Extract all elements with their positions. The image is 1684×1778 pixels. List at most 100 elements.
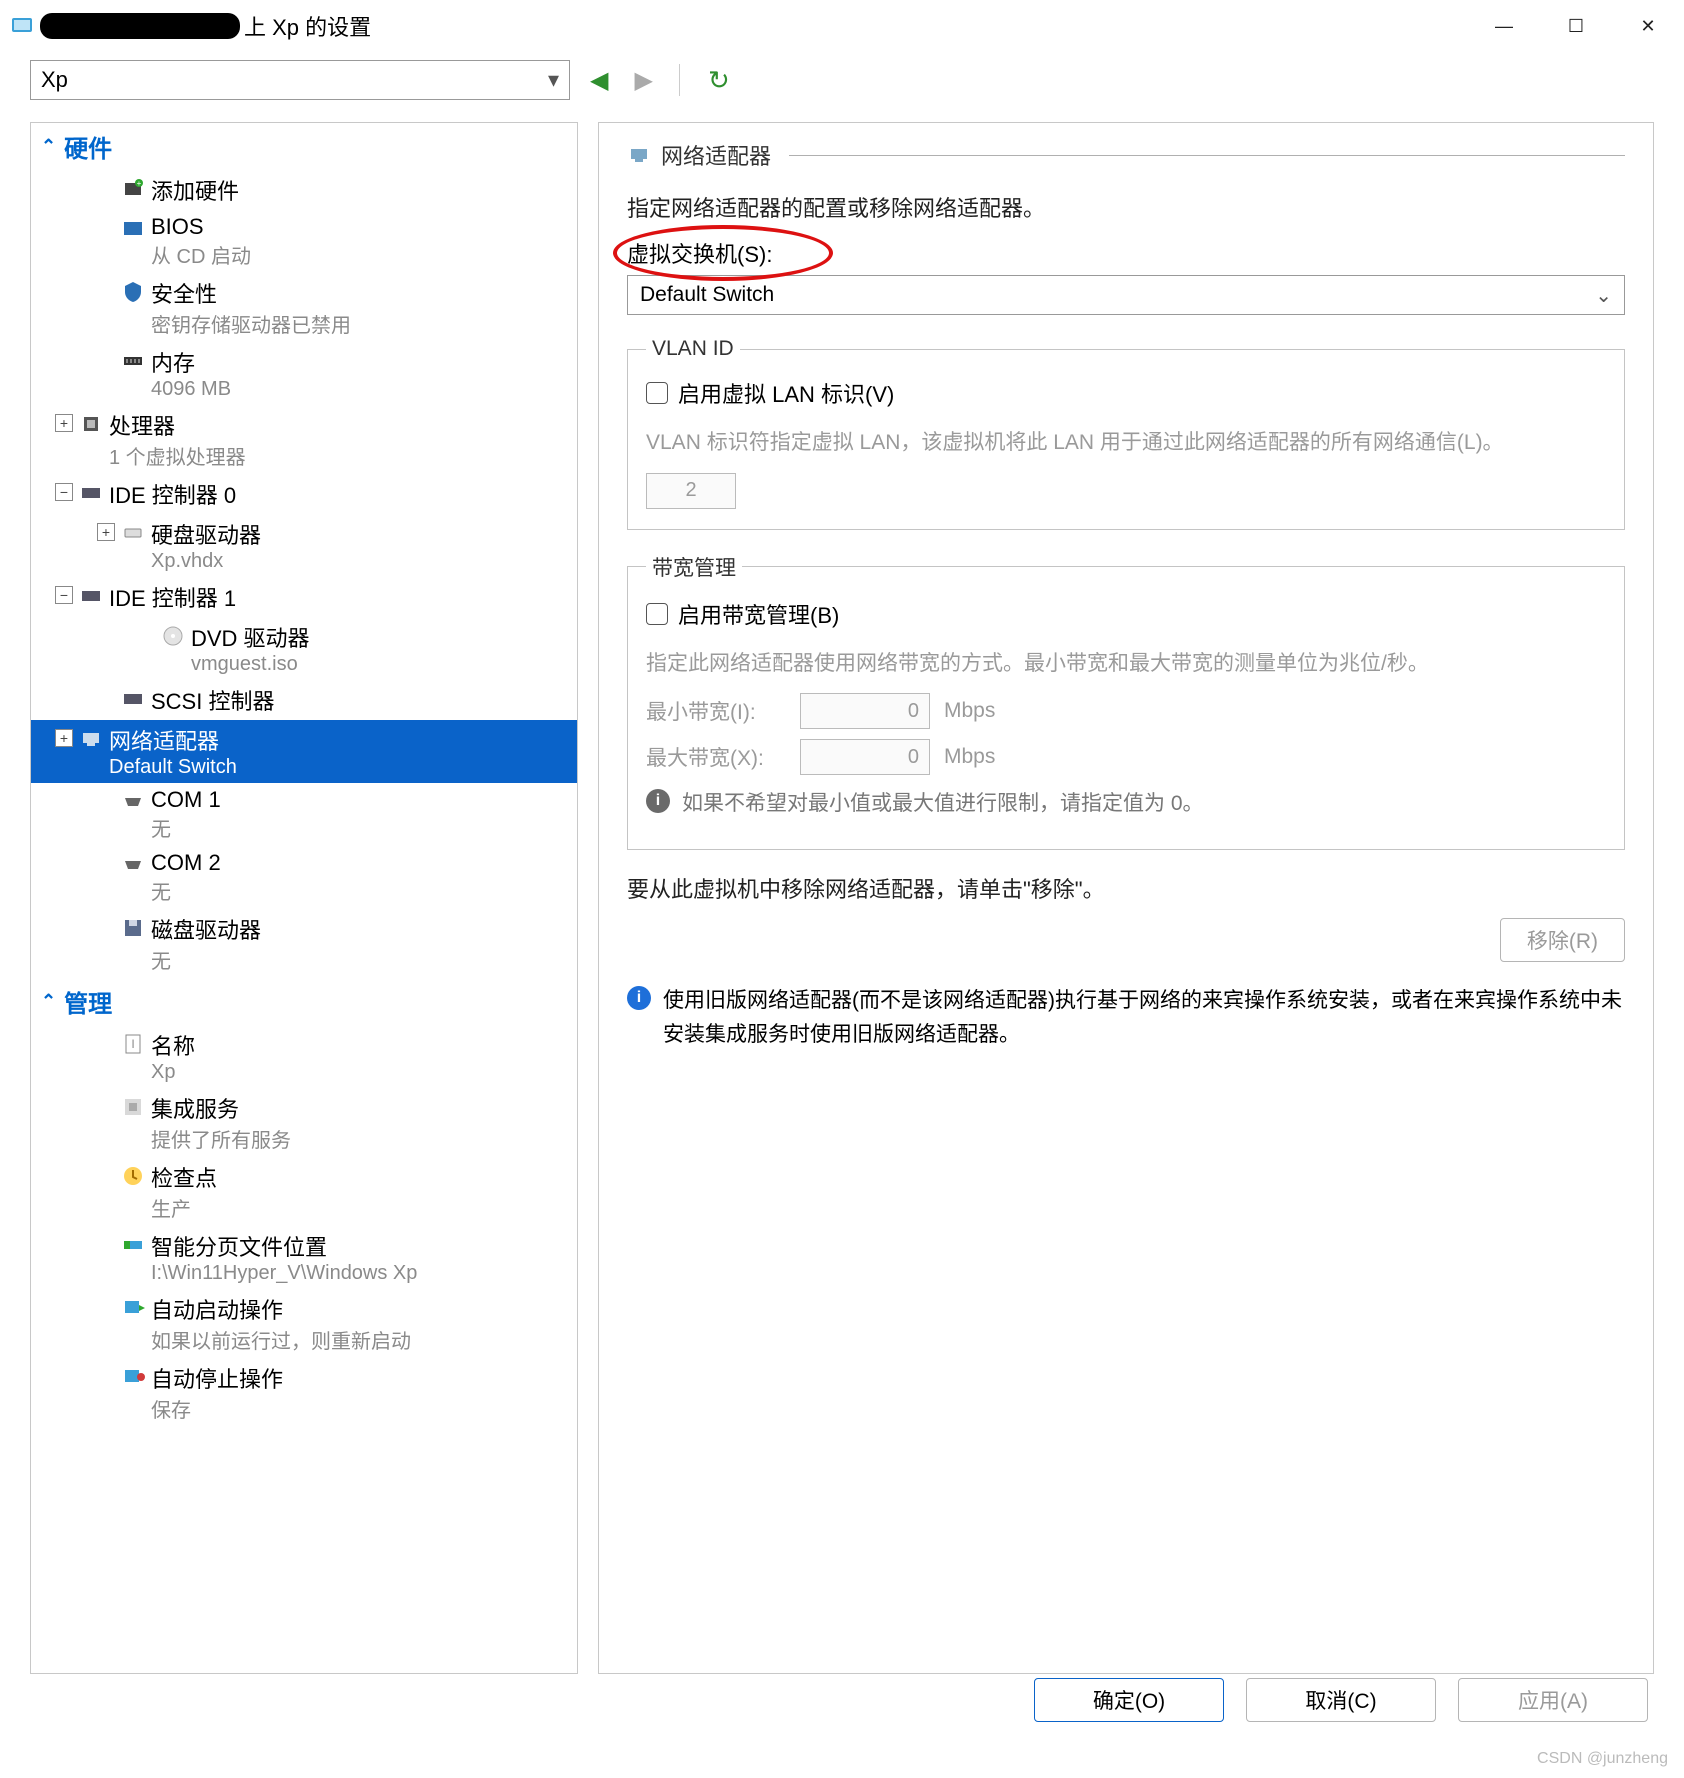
max-bw-input[interactable] — [800, 739, 930, 775]
vlan-desc: VLAN 标识符指定虚拟 LAN，该虚拟机将此 LAN 用于通过此网络适配器的所… — [646, 427, 1606, 459]
info-icon: i — [646, 789, 670, 813]
integration-icon — [121, 1095, 145, 1119]
maximize-button[interactable]: ☐ — [1540, 2, 1612, 50]
vm-dropdown[interactable]: Xp — [30, 60, 570, 100]
apply-button[interactable]: 应用(A) — [1458, 1678, 1648, 1722]
management-section-header[interactable]: ⌃ 管理 — [31, 978, 577, 1025]
bandwidth-enable-checkbox[interactable] — [646, 603, 668, 625]
controller-icon — [121, 687, 145, 711]
tree-integration[interactable]: 集成服务提供了所有服务 — [31, 1088, 577, 1157]
collapse-icon: ⌃ — [41, 136, 56, 157]
panel-title: 网络适配器 — [661, 139, 771, 171]
vlan-legend: VLAN ID — [646, 337, 740, 361]
min-bw-label: 最小带宽(I): — [646, 696, 786, 726]
settings-tree: ⌃ 硬件 + 添加硬件 BIOS从 CD 启动 安全性密钥存储驱动器已禁用 内存… — [30, 122, 578, 1674]
remove-instruction: 要从此虚拟机中移除网络适配器，请单击"移除"。 — [627, 872, 1625, 904]
title-bar: 上 Xp 的设置 — ☐ ✕ — [0, 0, 1684, 52]
hdd-icon — [121, 521, 145, 545]
tree-hdd[interactable]: + 硬盘驱动器Xp.vhdx — [31, 514, 577, 577]
vm-dropdown-value: Xp — [41, 67, 68, 93]
paging-icon — [121, 1233, 145, 1257]
vlan-group: VLAN ID 启用虚拟 LAN 标识(V) VLAN 标识符指定虚拟 LAN，… — [627, 337, 1625, 530]
vswitch-label: 虚拟交换机(S): — [627, 237, 1625, 269]
collapse-icon[interactable]: − — [55, 483, 73, 501]
expand-icon[interactable]: + — [55, 414, 73, 432]
autostop-icon — [121, 1365, 145, 1389]
nav-back-button[interactable]: ◀ — [584, 66, 614, 95]
expand-icon[interactable]: + — [55, 729, 73, 747]
serial-port-icon — [121, 853, 145, 877]
disc-icon — [161, 624, 185, 648]
tree-floppy[interactable]: 磁盘驱动器无 — [31, 909, 577, 978]
tree-processor[interactable]: + 处理器1 个虚拟处理器 — [31, 405, 577, 474]
tree-scsi[interactable]: SCSI 控制器 — [31, 680, 577, 720]
collapse-icon: ⌃ — [41, 991, 56, 1012]
nic-icon — [79, 727, 103, 751]
svg-text:I: I — [131, 1037, 134, 1051]
vlan-enable-label: 启用虚拟 LAN 标识(V) — [678, 377, 894, 409]
max-bw-label: 最大带宽(X): — [646, 742, 786, 772]
memory-icon — [121, 349, 145, 373]
hardware-section-header[interactable]: ⌃ 硬件 — [31, 123, 577, 170]
vswitch-dropdown[interactable]: Default Switch — [627, 275, 1625, 315]
bandwidth-desc: 指定此网络适配器使用网络带宽的方式。最小带宽和最大带宽的测量单位为兆位/秒。 — [646, 648, 1606, 680]
ok-button[interactable]: 确定(O) — [1034, 1678, 1224, 1722]
min-bw-input[interactable] — [800, 693, 930, 729]
dialog-footer: 确定(O) 取消(C) 应用(A) — [0, 1678, 1684, 1738]
name-icon: I — [121, 1032, 145, 1056]
vswitch-value: Default Switch — [640, 283, 774, 307]
min-bw-unit: Mbps — [944, 699, 995, 723]
expand-icon[interactable]: + — [97, 523, 115, 541]
checkpoint-icon — [121, 1164, 145, 1188]
shield-icon — [121, 280, 145, 304]
cancel-button[interactable]: 取消(C) — [1246, 1678, 1436, 1722]
detail-panel: 网络适配器 指定网络适配器的配置或移除网络适配器。 虚拟交换机(S): Defa… — [598, 122, 1654, 1674]
info-icon: i — [627, 986, 651, 1010]
tree-memory[interactable]: 内存4096 MB — [31, 342, 577, 405]
controller-icon — [79, 481, 103, 505]
minimize-button[interactable]: — — [1468, 2, 1540, 50]
nav-forward-button: ▶ — [628, 66, 658, 95]
vlan-id-input[interactable] — [646, 473, 736, 509]
tree-network-adapter[interactable]: + 网络适配器Default Switch — [31, 720, 577, 783]
vlan-enable-checkbox[interactable] — [646, 382, 668, 404]
tree-dvd[interactable]: DVD 驱动器vmguest.iso — [31, 617, 577, 680]
serial-port-icon — [121, 790, 145, 814]
bandwidth-note: 如果不希望对最小值或最大值进行限制，请指定值为 0。 — [682, 787, 1204, 817]
controller-icon — [79, 584, 103, 608]
tree-name[interactable]: I 名称Xp — [31, 1025, 577, 1088]
redacted-hostname — [40, 13, 240, 39]
legacy-nic-note: 使用旧版网络适配器(而不是该网络适配器)执行基于网络的来宾操作系统安装，或者在来… — [663, 984, 1625, 1051]
bandwidth-group: 带宽管理 启用带宽管理(B) 指定此网络适配器使用网络带宽的方式。最小带宽和最大… — [627, 552, 1625, 851]
autostart-icon — [121, 1296, 145, 1320]
watermark: CSDN @junzheng — [1537, 1750, 1668, 1768]
tree-ide0[interactable]: − IDE 控制器 0 — [31, 474, 577, 514]
remove-button[interactable]: 移除(R) — [1500, 918, 1625, 962]
floppy-icon — [121, 916, 145, 940]
bios-icon — [121, 217, 145, 241]
app-icon — [10, 14, 34, 38]
tree-auto-start[interactable]: 自动启动操作如果以前运行过，则重新启动 — [31, 1289, 577, 1358]
add-hardware-icon: + — [121, 177, 145, 201]
tree-smart-paging[interactable]: 智能分页文件位置I:\Win11Hyper_V\Windows Xp — [31, 1226, 577, 1289]
collapse-icon[interactable]: − — [55, 586, 73, 604]
panel-instruction: 指定网络适配器的配置或移除网络适配器。 — [627, 191, 1625, 223]
tree-checkpoints[interactable]: 检查点生产 — [31, 1157, 577, 1226]
tree-auto-stop[interactable]: 自动停止操作保存 — [31, 1358, 577, 1427]
tree-ide1[interactable]: − IDE 控制器 1 — [31, 577, 577, 617]
bandwidth-legend: 带宽管理 — [646, 552, 742, 582]
refresh-button[interactable]: ↻ — [700, 65, 738, 96]
bandwidth-enable-label: 启用带宽管理(B) — [678, 598, 839, 630]
tree-com1[interactable]: COM 1无 — [31, 783, 577, 846]
tree-add-hardware[interactable]: + 添加硬件 — [31, 170, 577, 210]
nic-icon — [627, 143, 651, 167]
tree-com2[interactable]: COM 2无 — [31, 846, 577, 909]
toolbar-divider — [679, 64, 680, 96]
svg-text:+: + — [137, 179, 142, 188]
max-bw-unit: Mbps — [944, 745, 995, 769]
tree-bios[interactable]: BIOS从 CD 启动 — [31, 210, 577, 273]
tree-security[interactable]: 安全性密钥存储驱动器已禁用 — [31, 273, 577, 342]
close-button[interactable]: ✕ — [1612, 2, 1684, 50]
cpu-icon — [79, 412, 103, 436]
toolbar: Xp ◀ ▶ ↻ — [0, 52, 1684, 108]
